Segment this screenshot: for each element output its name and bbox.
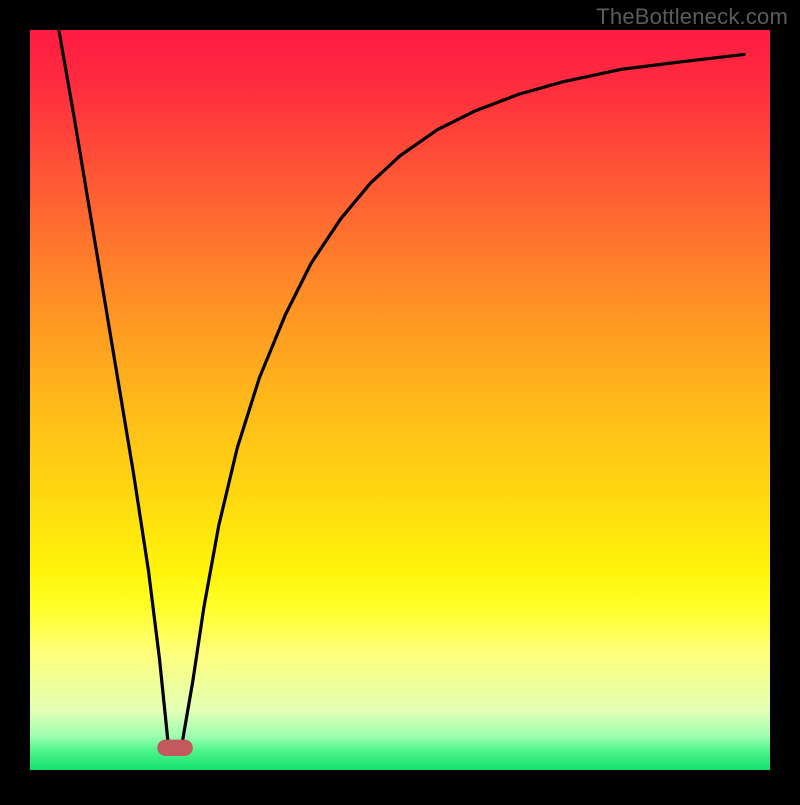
bottleneck-chart xyxy=(0,0,800,800)
chart-plot-area xyxy=(30,30,770,770)
chart-svg xyxy=(0,0,800,800)
watermark: TheBottleneck.com xyxy=(596,4,788,30)
optimum-marker xyxy=(157,740,193,756)
